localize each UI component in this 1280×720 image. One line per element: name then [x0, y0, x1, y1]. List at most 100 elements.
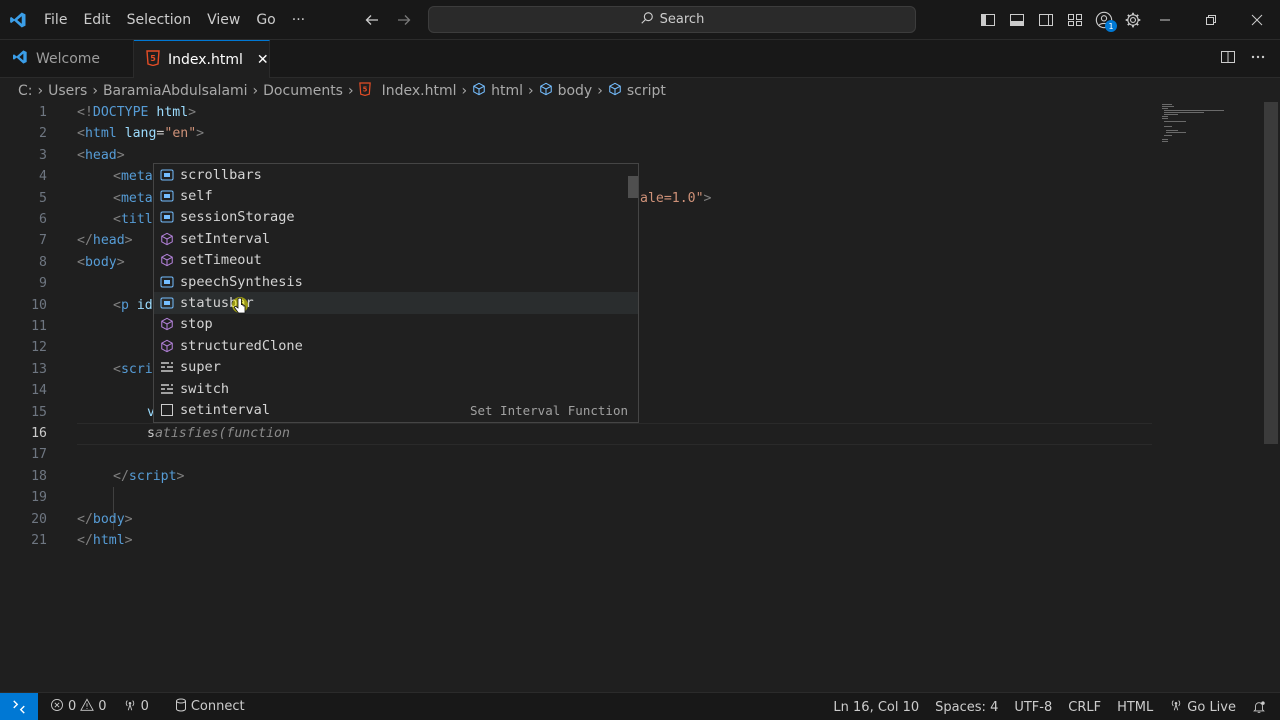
back-arrow-icon[interactable] — [362, 10, 382, 30]
suggest-item[interactable]: speechSynthesis — [154, 271, 638, 292]
suggest-item[interactable]: structuredClone — [154, 335, 638, 356]
database-icon — [175, 698, 187, 716]
suggest-item[interactable]: setinterval Set Interval Function — [154, 399, 638, 420]
vscode-logo-icon — [0, 0, 36, 40]
symbol-variable-icon — [159, 274, 175, 290]
indentation[interactable]: Spaces: 4 — [927, 700, 1006, 715]
breadcrumb: C: › Users › BaramiaAbdulsalami › Docume… — [0, 79, 1280, 103]
menu-edit[interactable]: Edit — [75, 0, 118, 40]
go-live-button[interactable]: Go Live — [1161, 698, 1244, 716]
symbol-keyword-icon — [159, 381, 175, 397]
status-bar: 0 0 0 Connect Ln 16, Col 10 Spaces: 4 UT… — [0, 692, 1280, 720]
inline-suggestion: atisfies(function — [154, 426, 290, 441]
broadcast-icon — [123, 698, 137, 716]
symbol-element-icon — [608, 82, 622, 100]
vertical-scrollbar[interactable] — [1264, 102, 1278, 444]
line-number: 10 — [31, 297, 47, 313]
suggest-item[interactable]: setInterval — [154, 228, 638, 249]
chevron-right-icon: › — [597, 83, 603, 99]
end-of-line[interactable]: CRLF — [1060, 700, 1109, 715]
line-number: 4 — [39, 169, 47, 185]
title-bar: File Edit Selection View Go ··· Search 1 — [0, 0, 1280, 40]
command-center-search[interactable]: Search — [428, 6, 916, 33]
line-number: 1 — [39, 105, 47, 120]
language-mode[interactable]: HTML — [1109, 700, 1161, 715]
symbol-method-icon — [159, 231, 175, 247]
suggest-item[interactable]: setTimeout — [154, 250, 638, 271]
chevron-right-icon: › — [37, 83, 44, 99]
menu-view[interactable]: View — [199, 0, 248, 40]
menu-selection[interactable]: Selection — [119, 0, 200, 40]
symbol-method-icon — [159, 252, 175, 268]
notifications-bell-icon[interactable] — [1244, 700, 1280, 714]
close-tab-icon[interactable]: ✕ — [257, 52, 269, 68]
suggest-item-focused[interactable]: statusbar — [154, 292, 638, 314]
tab-welcome[interactable]: Welcome — [0, 40, 134, 78]
line-number: 13 — [31, 361, 47, 377]
ports-indicator[interactable]: 0 — [115, 698, 157, 716]
svg-text:5: 5 — [362, 86, 367, 94]
customize-layout-icon[interactable] — [1065, 10, 1085, 30]
suggest-widget: scrollbars self sessionStorage setInterv… — [153, 163, 639, 423]
breadcrumb-drive[interactable]: C: — [18, 83, 33, 99]
breadcrumb-file[interactable]: 5 Index.html — [358, 82, 456, 100]
toggle-primary-sidebar-icon[interactable] — [978, 10, 998, 30]
breadcrumb-symbol-html[interactable]: html — [472, 82, 523, 100]
menu-bar: File Edit Selection View Go ··· — [36, 0, 313, 40]
remote-indicator-icon[interactable] — [0, 692, 38, 720]
breadcrumb-users[interactable]: Users — [48, 83, 87, 99]
search-icon — [640, 11, 654, 29]
broadcast-icon — [1169, 698, 1183, 716]
vscode-icon — [12, 49, 28, 69]
line-number: 7 — [39, 233, 47, 249]
symbol-variable-icon — [159, 295, 175, 311]
symbol-method-icon — [159, 338, 175, 354]
tab-label: Welcome — [36, 51, 101, 67]
menu-go[interactable]: Go — [248, 0, 283, 40]
suggest-item[interactable]: stop — [154, 314, 638, 335]
breadcrumb-symbol-body[interactable]: body — [539, 82, 592, 100]
breadcrumb-symbol-script[interactable]: script — [608, 82, 666, 100]
suggest-item[interactable]: switch — [154, 378, 638, 399]
encoding[interactable]: UTF-8 — [1006, 700, 1060, 715]
tab-index-html[interactable]: 5 Index.html ✕ — [134, 40, 270, 78]
editor-tab-bar: Welcome 5 Index.html ✕ — [0, 40, 1280, 78]
suggest-item[interactable]: scrollbars — [154, 164, 638, 185]
problems-indicator[interactable]: 0 0 — [42, 697, 115, 716]
search-label: Search — [659, 12, 705, 27]
chevron-right-icon: › — [252, 83, 259, 99]
suggest-item[interactable]: sessionStorage — [154, 207, 638, 228]
restore-icon[interactable] — [1188, 0, 1234, 40]
connect-button[interactable]: Connect — [167, 698, 253, 716]
chevron-right-icon: › — [461, 83, 468, 99]
more-actions-icon[interactable] — [1250, 49, 1266, 69]
tab-label: Index.html — [168, 51, 243, 68]
forward-arrow-icon[interactable] — [394, 10, 414, 30]
settings-gear-icon[interactable] — [1123, 10, 1143, 30]
line-number: 19 — [31, 490, 47, 506]
menu-more[interactable]: ··· — [284, 0, 313, 40]
toggle-secondary-sidebar-icon[interactable] — [1036, 10, 1056, 30]
close-window-icon[interactable] — [1234, 0, 1280, 40]
minimap[interactable] — [1160, 102, 1230, 142]
warning-icon — [80, 697, 95, 716]
symbol-snippet-icon — [159, 402, 175, 418]
cursor-position[interactable]: Ln 16, Col 10 — [825, 700, 927, 715]
toggle-panel-icon[interactable] — [1007, 10, 1027, 30]
line-number-current: 16 — [31, 426, 47, 441]
breadcrumb-documents[interactable]: Documents — [263, 83, 343, 99]
menu-file[interactable]: File — [36, 0, 75, 40]
symbol-variable-icon — [159, 167, 175, 183]
chevron-right-icon: › — [92, 83, 98, 99]
line-number: 9 — [39, 276, 47, 292]
suggest-item[interactable]: super — [154, 357, 638, 378]
breadcrumb-user-folder[interactable]: BaramiaAbdulsalami — [103, 83, 248, 99]
split-editor-icon[interactable] — [1220, 49, 1236, 69]
line-number: 11 — [31, 319, 47, 334]
account-icon[interactable]: 1 — [1094, 10, 1117, 32]
minimize-icon[interactable] — [1142, 0, 1188, 40]
svg-text:5: 5 — [150, 54, 156, 63]
suggest-item[interactable]: self — [154, 185, 638, 206]
symbol-element-icon — [539, 82, 553, 100]
symbol-keyword-icon — [159, 359, 175, 375]
